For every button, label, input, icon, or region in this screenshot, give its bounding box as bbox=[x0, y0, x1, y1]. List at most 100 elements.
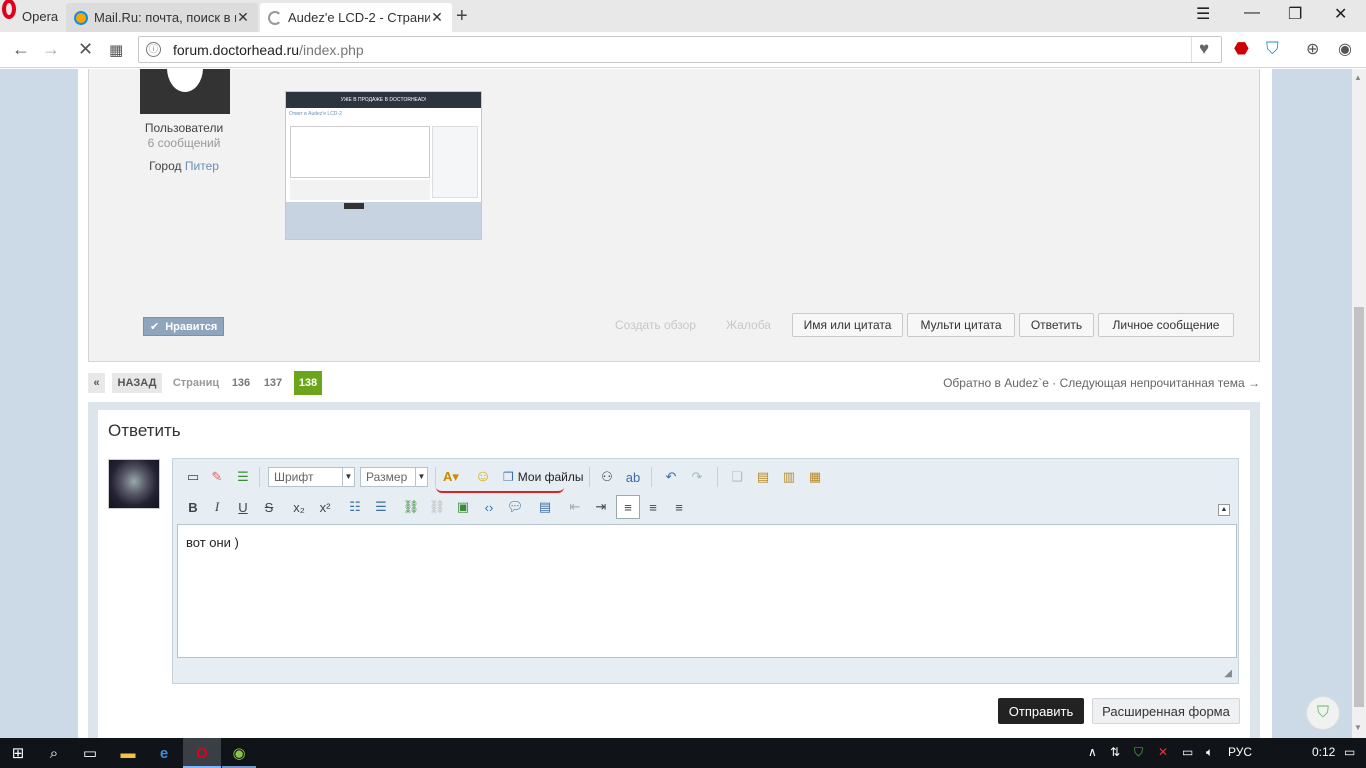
back-to-forum-link[interactable]: Обратно в Audez`e bbox=[943, 376, 1049, 390]
pager-back-button[interactable]: НАЗАД bbox=[112, 373, 162, 393]
unlink-icon[interactable]: ⛓ bbox=[427, 497, 447, 517]
restore-icon[interactable]: ❐ bbox=[1288, 4, 1302, 24]
opera-taskbar-icon[interactable]: O bbox=[192, 743, 212, 763]
italic-icon[interactable]: I bbox=[207, 497, 227, 517]
tray-disabled-icon[interactable]: ✕ bbox=[1158, 745, 1168, 759]
like-button[interactable]: ✔ Нравится bbox=[143, 317, 224, 336]
torrent-app-icon[interactable]: ◉ bbox=[229, 743, 249, 763]
code-icon[interactable]: ‹› bbox=[479, 497, 499, 517]
my-files-button[interactable]: ❐ Мои файлы bbox=[503, 467, 583, 487]
paste-text-icon[interactable]: ▥ bbox=[779, 467, 799, 487]
vpn-shield-icon[interactable]: ⛉ bbox=[1266, 39, 1279, 59]
floating-shield-icon[interactable]: ⛉ bbox=[1306, 696, 1340, 730]
indent-icon[interactable]: ⇥ bbox=[591, 497, 611, 517]
subscript-icon[interactable]: x₂ bbox=[289, 497, 309, 517]
emoticon-smiley-icon[interactable]: ☺ bbox=[473, 467, 493, 487]
tab-close-icon[interactable]: ✕ bbox=[236, 9, 250, 26]
page-136-link[interactable]: 136 bbox=[230, 373, 252, 393]
adblock-icon[interactable]: ⬣ bbox=[1234, 39, 1249, 59]
spoiler-icon[interactable]: ▤ bbox=[535, 497, 555, 517]
tab-menu-icon[interactable]: ☰ bbox=[1196, 4, 1210, 24]
address-bar[interactable]: ⓘ forum.doctorhead.ru/index.php ♥ bbox=[138, 36, 1222, 63]
tray-network-activity-icon[interactable]: ⇅ bbox=[1110, 745, 1120, 759]
bbcode-toggle-icon[interactable]: ▭ bbox=[183, 467, 203, 487]
quote-name-button[interactable]: Имя или цитата bbox=[792, 313, 903, 337]
stop-loading-icon[interactable]: ✕ bbox=[78, 39, 93, 60]
tray-chevron-up-icon[interactable]: ∧ bbox=[1088, 745, 1097, 759]
rich-text-editor: ▭ ✎ ☰ Шрифт ▼ Размер ▼ A▾ ☺ ❐ Мои файлы … bbox=[172, 458, 1239, 684]
outdent-icon[interactable]: ⇤ bbox=[565, 497, 585, 517]
search-icon[interactable]: ⌕ bbox=[44, 743, 64, 763]
opera-menu-button[interactable]: Opera bbox=[0, 0, 62, 32]
paste-icon[interactable]: ▤ bbox=[753, 467, 773, 487]
bookmark-heart-icon[interactable]: ♥ bbox=[1199, 39, 1209, 59]
windows-start-icon[interactable]: ⊞ bbox=[8, 743, 28, 763]
reply-textarea[interactable]: вот они ) bbox=[177, 524, 1237, 658]
superscript-icon[interactable]: x² bbox=[315, 497, 335, 517]
insert-link-icon[interactable]: ⛓ bbox=[401, 497, 421, 517]
align-center-icon[interactable]: ≡ bbox=[643, 497, 663, 517]
bullet-list-icon[interactable]: ☷ bbox=[345, 497, 365, 517]
quote-bubble-icon[interactable]: 💬︎ bbox=[505, 497, 525, 517]
text-color-icon[interactable]: A▾ bbox=[441, 467, 461, 487]
minimize-icon[interactable]: — bbox=[1244, 4, 1260, 22]
remove-format-eraser-icon[interactable]: ✎ bbox=[207, 467, 227, 487]
bold-icon[interactable]: B bbox=[183, 497, 203, 517]
forward-arrow-icon[interactable]: → bbox=[42, 39, 60, 60]
file-explorer-icon[interactable]: ▬ bbox=[118, 743, 138, 763]
tray-notifications-icon[interactable]: ▭ bbox=[1344, 745, 1355, 759]
account-icon[interactable]: ◉ bbox=[1338, 39, 1352, 59]
user-avatar-placeholder[interactable] bbox=[140, 69, 230, 114]
task-view-icon[interactable]: ▭ bbox=[80, 743, 100, 763]
resize-grip-icon[interactable]: ◢ bbox=[1224, 668, 1232, 679]
toolbar-separator bbox=[589, 467, 590, 487]
new-tab-button[interactable]: + bbox=[456, 5, 468, 28]
speed-dial-grid-icon[interactable]: ▦ bbox=[109, 41, 123, 59]
extended-form-button[interactable]: Расширенная форма bbox=[1092, 698, 1240, 724]
align-left-icon[interactable]: ≡ bbox=[616, 495, 640, 519]
downloads-icon[interactable]: ⊕ bbox=[1306, 39, 1319, 59]
url-text[interactable]: forum.doctorhead.ru/index.php bbox=[173, 42, 364, 58]
close-window-icon[interactable]: ✕ bbox=[1334, 4, 1347, 24]
private-message-button[interactable]: Личное сообщение bbox=[1098, 313, 1234, 337]
complaint-link[interactable]: Жалоба bbox=[726, 318, 771, 332]
collapse-toolbar-icon[interactable]: ▲ bbox=[1218, 504, 1230, 516]
tray-volume-icon[interactable]: 🔈︎ bbox=[1206, 745, 1213, 760]
paste-word-icon[interactable]: ▦ bbox=[805, 467, 825, 487]
page-scrollbar[interactable]: ▲ ▼ bbox=[1352, 69, 1366, 738]
pager-prev-button[interactable]: « bbox=[88, 373, 105, 393]
back-arrow-icon[interactable]: ← bbox=[12, 39, 30, 60]
create-review-link[interactable]: Создать обзор bbox=[615, 318, 696, 332]
tray-antivirus-icon[interactable]: ⛉ bbox=[1134, 745, 1143, 760]
tab-close-icon[interactable]: ✕ bbox=[430, 9, 444, 26]
tray-screen-icon[interactable]: ▭ bbox=[1182, 745, 1193, 759]
next-unread-topic-link[interactable]: Следующая непрочитанная тема → bbox=[1060, 376, 1260, 390]
multi-quote-button[interactable]: Мульти цитата bbox=[907, 313, 1015, 337]
tray-language[interactable]: РУС bbox=[1228, 745, 1252, 759]
tray-clock[interactable]: 0:12 bbox=[1312, 745, 1335, 759]
scroll-up-icon[interactable]: ▲ bbox=[1354, 73, 1362, 82]
scroll-thumb[interactable] bbox=[1354, 307, 1364, 707]
translit-icon[interactable]: ab bbox=[623, 467, 643, 487]
redo-icon[interactable]: ↷ bbox=[687, 467, 707, 487]
copy-icon[interactable]: ❏ bbox=[727, 467, 747, 487]
underline-icon[interactable]: U bbox=[233, 497, 253, 517]
attached-screenshot[interactable]: УЖЕ В ПРОДАЖЕ В DOCTORHEAD! Ответ в Aude… bbox=[285, 91, 482, 240]
size-select[interactable]: Размер ▼ bbox=[360, 467, 428, 487]
undo-icon[interactable]: ↶ bbox=[661, 467, 681, 487]
insert-table-icon[interactable]: ☰ bbox=[233, 467, 253, 487]
edge-browser-icon[interactable]: e bbox=[154, 743, 174, 763]
font-select[interactable]: Шрифт ▼ bbox=[268, 467, 355, 487]
tab-mail-ru[interactable]: Mail.Ru: почта, поиск в ин ✕ bbox=[66, 3, 258, 32]
numbered-list-icon[interactable]: ☰ bbox=[371, 497, 391, 517]
align-right-icon[interactable]: ≡ bbox=[669, 497, 689, 517]
send-button[interactable]: Отправить bbox=[998, 698, 1084, 724]
strikethrough-icon[interactable]: S bbox=[259, 497, 279, 517]
tab-audeze-lcd2[interactable]: Audez'e LCD-2 - Страница ✕ bbox=[260, 3, 452, 32]
site-info-icon[interactable]: ⓘ bbox=[146, 42, 161, 57]
special-media-icon[interactable]: ⚇ bbox=[597, 467, 617, 487]
scroll-down-icon[interactable]: ▼ bbox=[1354, 723, 1362, 732]
page-137-link[interactable]: 137 bbox=[262, 373, 284, 393]
insert-image-icon[interactable]: ▣ bbox=[453, 497, 473, 517]
reply-button[interactable]: Ответить bbox=[1019, 313, 1094, 337]
